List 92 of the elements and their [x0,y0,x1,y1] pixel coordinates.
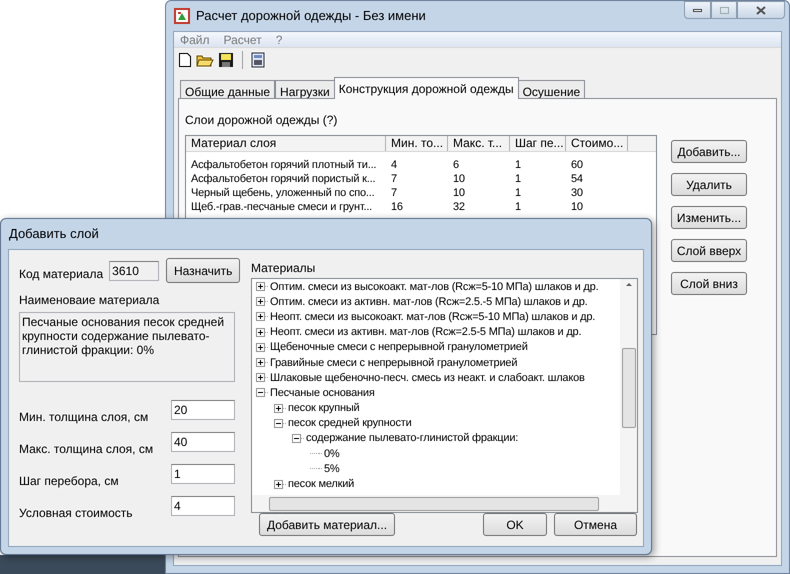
tab[interactable]: Общие данные [180,80,276,99]
action-button[interactable]: Добавить... [671,140,747,163]
expand-icon[interactable] [256,312,265,322]
menu-item[interactable]: Файл [180,30,210,48]
tree-item[interactable]: Шлаковые щебеночно-песч. смесь из неакт. и слабоакт. шлаков [270,370,585,385]
vertical-scrollbar[interactable] [620,279,637,495]
menu-item[interactable]: ? [276,30,282,48]
tree-item[interactable]: Оптим. смеси из активн. мат-лов (Rсж=2.5.-5 МПа) шлаков и др. [270,294,588,309]
column-header[interactable]: Стоимо... [566,136,628,151]
window-title: Расчет дорожной одежды - Без имени [196,7,426,26]
table-cell: 32 [453,201,465,213]
table-cell: 7 [391,187,397,199]
minimize-button[interactable] [684,1,711,19]
table-cell: 30 [571,187,583,199]
tab[interactable]: Конструкция дорожной одежды [334,77,519,99]
table-cell: 10 [453,173,465,185]
input-field[interactable]: 1 [171,464,235,484]
new-file-icon[interactable] [178,52,192,68]
tree-item[interactable]: песок средней крупности [288,416,412,430]
field-label: Код материала [19,266,104,282]
calculator-icon[interactable] [251,52,265,68]
column-header[interactable]: Макс. т... [448,136,510,151]
table-cell: Щеб.-грав.-песчаные смеси и грунт... [191,201,372,213]
input-field[interactable]: 20 [171,400,235,420]
section-label: Слои дорожной одежды (?) [185,112,338,129]
expand-icon[interactable] [256,373,265,382]
assign-button[interactable]: Назначить [166,258,240,283]
table-cell: 1 [515,187,521,199]
field-label: Наименоваие материала [19,292,160,309]
table-cell: 1 [515,159,521,171]
horizontal-scrollbar[interactable] [252,495,637,512]
table-cell: 1 [515,173,521,185]
add-material-button[interactable]: Добавить материал... [259,513,395,536]
action-button[interactable]: Слой вверх [671,239,747,262]
field-label: Условная стоимость [19,505,133,522]
tab[interactable]: Осушение [518,80,586,99]
tree-item[interactable]: 5% [324,462,340,476]
expand-icon[interactable] [256,282,265,292]
expand-icon[interactable] [256,297,265,306]
tree-item[interactable]: содержание пылевато-глинистой фракции: [306,431,518,446]
close-button[interactable] [737,1,785,19]
dialog-title: Добавить слой [9,225,99,244]
cancel-button[interactable]: Отмена [554,513,637,536]
column-header[interactable]: Шаг пе... [510,136,566,151]
table-cell: 10 [571,201,583,213]
save-icon[interactable] [218,52,234,68]
menu-item[interactable]: Расчет [224,30,262,48]
table-cell: 10 [453,187,465,199]
column-header[interactable]: Мин. то... [386,136,448,151]
table-cell: 6 [453,159,459,171]
tree-item[interactable]: песок крупный [288,401,360,416]
collapse-icon[interactable] [256,388,265,398]
action-button[interactable]: Удалить [671,173,747,196]
ok-button[interactable]: OK [483,513,547,536]
tree-item[interactable]: песок мелкий [288,477,354,492]
expand-icon[interactable] [256,342,265,352]
expand-icon[interactable] [256,358,265,368]
expand-icon[interactable] [256,328,265,337]
tab[interactable]: Нагрузки [275,80,335,99]
action-button[interactable]: Слой вниз [671,272,747,295]
column-header[interactable]: Материал слоя [186,136,386,151]
collapse-icon[interactable] [292,434,301,443]
table-cell: Асфальтобетон горячий плотный ти... [191,159,376,171]
code-field[interactable]: 3610 [109,260,160,280]
tree-item[interactable]: Песчаные основания [270,386,375,400]
input-field[interactable]: 4 [171,496,235,516]
field-label: Шаг перебора, см [19,473,119,490]
tree-item[interactable]: Оптим. смеси из высокоакт. мат-лов (Rсж=5-10 МПа) шлаков и др. [270,280,598,294]
expand-icon[interactable] [274,480,283,489]
expand-icon[interactable] [274,404,283,413]
tree-item[interactable]: Щебеночные смеси с непрерывной гранулометрией [270,340,528,354]
app-icon [174,8,190,24]
field-label: Мин. толщина слоя, см [19,409,148,426]
tree-item[interactable]: 0% [324,446,340,461]
table-cell: 16 [391,201,403,213]
tree-item[interactable]: Неопт. смеси из активн. мат-лов (Rсж=2.5-5 МПа) шлаков и др. [270,325,582,340]
close-icon [756,6,766,14]
material-name-field[interactable]: Песчаные основания песок средней крупности содержание пылевато-глинистой фракции: 0% [19,312,235,382]
table-cell: 60 [571,159,583,171]
tree-item[interactable]: Неопт. смеси из высокоакт. мат-лов (Rсж=5-10 МПа) шлаков и др. [270,310,596,324]
action-button[interactable]: Изменить... [671,206,747,229]
table-cell: Черный щебень, уложенный по спо... [191,187,374,199]
table-cell: Асфальтобетон горячий пористый к... [191,173,376,185]
table-cell: 4 [391,159,397,171]
section-label: Материалы [251,260,316,277]
field-label: Макс. толщина слоя, см [19,441,154,458]
input-field[interactable]: 40 [171,432,235,452]
table-cell: 7 [391,173,397,185]
table-cell: 1 [515,201,521,213]
tree-item[interactable]: Гравийные смеси с непрерывной гранулометрией [270,356,518,370]
table-cell: 54 [571,173,583,185]
collapse-icon[interactable] [274,418,283,428]
